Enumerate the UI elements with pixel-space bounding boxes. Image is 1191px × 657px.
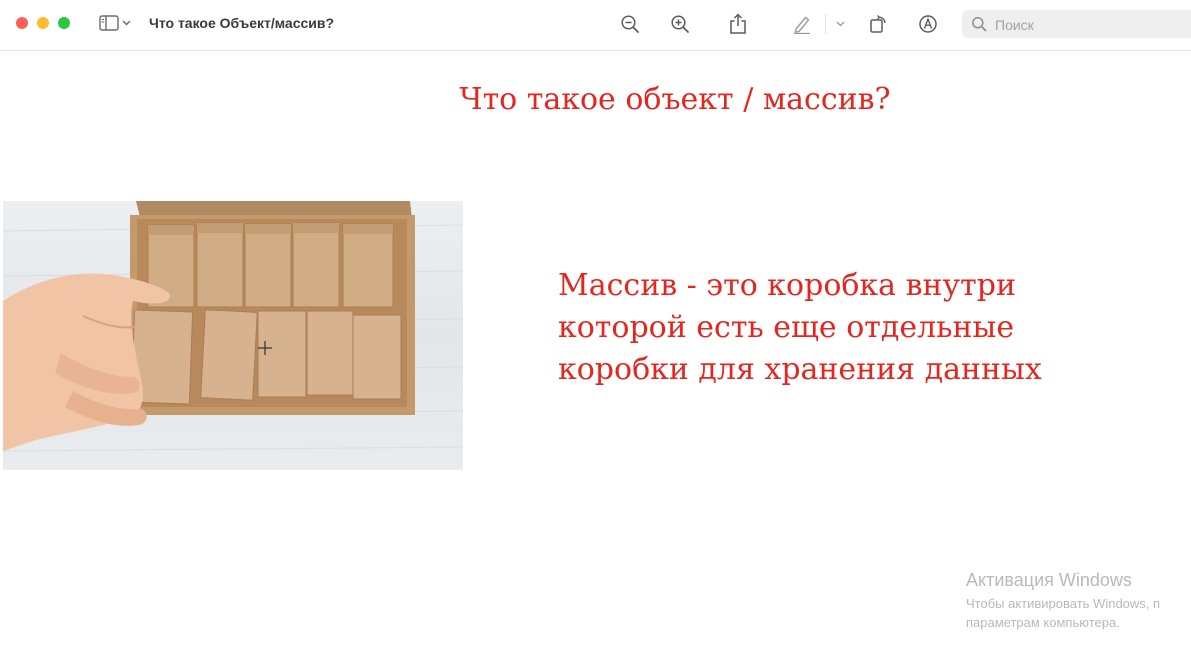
annotate-icon xyxy=(919,15,937,33)
markup-menu-button[interactable] xyxy=(830,13,850,35)
zoom-in-button[interactable] xyxy=(669,13,691,35)
rotate-icon xyxy=(870,15,886,33)
search-field[interactable] xyxy=(962,10,1191,38)
markup-pen-icon xyxy=(794,16,810,34)
minimize-window-button[interactable] xyxy=(37,17,49,29)
activation-watermark-line: параметрам компьютера. xyxy=(966,615,1120,630)
sidebar-icon xyxy=(99,15,119,31)
close-window-button[interactable] xyxy=(16,17,28,29)
zoom-out-button[interactable] xyxy=(619,13,641,35)
toolbar-separator xyxy=(825,14,826,34)
markup-pen-button[interactable] xyxy=(791,13,813,35)
share-button[interactable] xyxy=(727,13,749,35)
body-line: которой есть еще отдельные xyxy=(558,310,1015,345)
window-toolbar: Что такое Объект/массив? xyxy=(0,0,1191,51)
share-icon xyxy=(730,13,746,34)
slide-title: Что такое объект / массив? xyxy=(459,82,891,117)
zoom-out-icon xyxy=(621,15,639,33)
boxes-photo xyxy=(3,201,463,470)
activation-watermark-title: Активация Windows xyxy=(966,570,1132,590)
chevron-down-icon xyxy=(122,20,131,26)
body-line: коробки для хранения данных xyxy=(558,352,1042,387)
maximize-window-button[interactable] xyxy=(58,17,70,29)
search-input[interactable] xyxy=(993,14,1187,36)
search-icon xyxy=(972,17,987,32)
rotate-button[interactable] xyxy=(867,13,889,35)
annotate-button[interactable] xyxy=(917,13,939,35)
zoom-in-icon xyxy=(671,15,689,33)
activation-watermark-line: Чтобы активировать Windows, п xyxy=(966,596,1161,611)
sidebar-toggle-button[interactable] xyxy=(99,13,135,33)
body-line: Массив - это коробка внутри xyxy=(558,268,1016,303)
window-title: Что такое Объект/массив? xyxy=(149,15,335,31)
chevron-down-icon xyxy=(836,21,844,27)
slide-body-text: Массив - это коробка внутри которой есть… xyxy=(558,265,1042,391)
